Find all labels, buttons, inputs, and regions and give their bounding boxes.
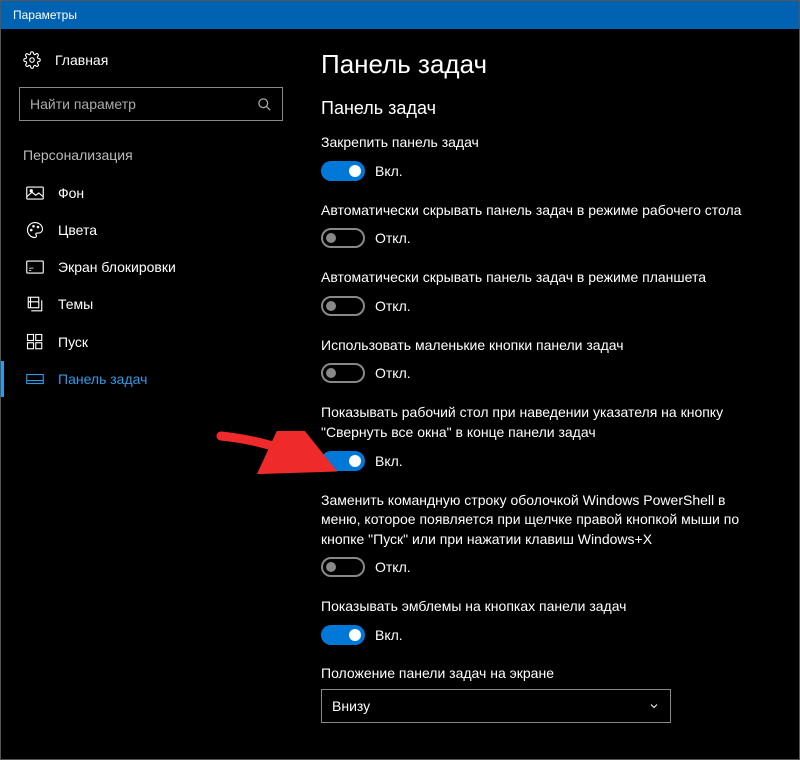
toggle-state-text: Вкл. (375, 163, 403, 179)
toggle-small-buttons[interactable] (321, 363, 365, 383)
setting-badges: Показывать эмблемы на кнопках панели зад… (321, 597, 769, 645)
toggle-state-text: Откл. (375, 365, 411, 381)
page-subheading: Панель задач (321, 98, 769, 119)
toggle-state-text: Откл. (375, 230, 411, 246)
main-container: Главная Персонализация Фон Цвета Э (1, 29, 799, 759)
setting-label: Закрепить панель задач (321, 133, 751, 153)
setting-peek-desktop: Показывать рабочий стол при наведении ук… (321, 403, 769, 470)
gear-icon (23, 51, 41, 69)
sidebar-item-colors[interactable]: Цвета (1, 211, 301, 249)
themes-icon (26, 295, 44, 313)
setting-small-buttons: Использовать маленькие кнопки панели зад… (321, 336, 769, 384)
search-box[interactable] (19, 87, 283, 121)
search-icon (257, 97, 272, 112)
toggle-lock-taskbar[interactable] (321, 161, 365, 181)
toggle-autohide-tablet[interactable] (321, 296, 365, 316)
sidebar-item-lockscreen[interactable]: Экран блокировки (1, 249, 301, 285)
setting-autohide-desktop: Автоматически скрывать панель задач в ре… (321, 201, 769, 249)
toggle-peek-desktop[interactable] (321, 451, 365, 471)
toggle-state-text: Откл. (375, 298, 411, 314)
palette-icon (26, 221, 44, 239)
select-value: Внизу (332, 698, 370, 714)
setting-label: Показывать рабочий стол при наведении ук… (321, 403, 751, 442)
sidebar-item-label: Фон (58, 185, 84, 201)
sidebar-section-label: Персонализация (1, 141, 301, 169)
setting-label: Показывать эмблемы на кнопках панели зад… (321, 597, 751, 617)
content-area: Панель задач Панель задач Закрепить пане… (301, 29, 799, 759)
sidebar-item-label: Пуск (58, 334, 88, 350)
position-select[interactable]: Внизу (321, 689, 671, 723)
toggle-state-text: Вкл. (375, 627, 403, 643)
window-titlebar: Параметры (1, 1, 799, 29)
start-icon (26, 333, 44, 351)
toggle-autohide-desktop[interactable] (321, 228, 365, 248)
setting-label: Автоматически скрывать панель задач в ре… (321, 201, 751, 221)
setting-powershell: Заменить командную строку оболочкой Wind… (321, 491, 769, 578)
sidebar-item-start[interactable]: Пуск (1, 323, 301, 361)
setting-lock-taskbar: Закрепить панель задач Вкл. (321, 133, 769, 181)
nav-home-label: Главная (55, 52, 108, 68)
toggle-badges[interactable] (321, 625, 365, 645)
sidebar-item-themes[interactable]: Темы (1, 285, 301, 323)
window-title: Параметры (13, 8, 77, 22)
page-heading: Панель задач (321, 49, 769, 80)
sidebar-item-label: Экран блокировки (58, 259, 176, 275)
sidebar-item-label: Панель задач (58, 371, 147, 387)
toggle-powershell[interactable] (321, 557, 365, 577)
sidebar-item-taskbar[interactable]: Панель задач (1, 361, 301, 397)
setting-label: Автоматически скрывать панель задач в ре… (321, 268, 751, 288)
chevron-down-icon (648, 700, 660, 712)
sidebar: Главная Персонализация Фон Цвета Э (1, 29, 301, 759)
sidebar-item-background[interactable]: Фон (1, 175, 301, 211)
lockscreen-icon (26, 260, 44, 274)
select-label: Положение панели задач на экране (321, 665, 769, 681)
nav-home[interactable]: Главная (1, 43, 301, 77)
setting-autohide-tablet: Автоматически скрывать панель задач в ре… (321, 268, 769, 316)
taskbar-icon (26, 373, 44, 385)
picture-icon (26, 186, 44, 200)
setting-label: Заменить командную строку оболочкой Wind… (321, 491, 751, 550)
setting-label: Использовать маленькие кнопки панели зад… (321, 336, 751, 356)
search-input[interactable] (30, 96, 249, 112)
sidebar-item-label: Темы (58, 296, 93, 312)
setting-position: Положение панели задач на экране Внизу (321, 665, 769, 723)
sidebar-item-label: Цвета (58, 222, 97, 238)
toggle-state-text: Вкл. (375, 453, 403, 469)
toggle-state-text: Откл. (375, 559, 411, 575)
